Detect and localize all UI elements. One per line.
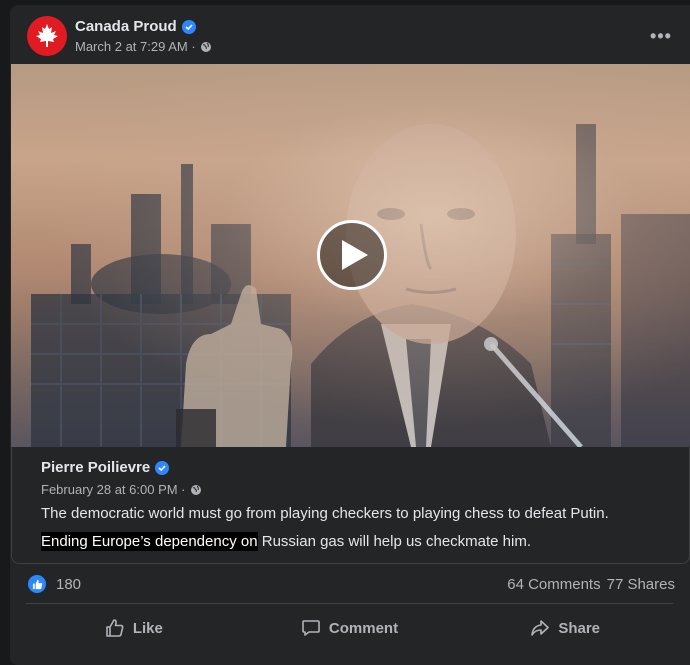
shared-post-author[interactable]: Pierre Poilievre [41,459,170,476]
post-timestamp[interactable]: March 2 at 7:29 AM · [75,39,212,54]
like-count[interactable]: 180 [56,576,81,593]
more-options-button[interactable]: ••• [649,24,673,48]
reaction-stats: 180 64 Comments 77 Shares [28,572,678,596]
thumbs-up-icon [106,619,124,637]
comment-bubble-icon [302,620,320,636]
share-arrow-icon [531,620,550,636]
shared-post[interactable]: Pierre Poilievre February 28 at 6:00 PM … [11,447,690,564]
page-name[interactable]: Canada Proud [75,18,196,35]
play-icon [342,240,368,270]
comment-count[interactable]: 64 Comments [507,576,600,593]
engagement-counts: 64 Comments 77 Shares [507,576,675,593]
more-options-icon: ••• [650,25,672,46]
share-button-label: Share [558,619,601,637]
post-card: Canada Proud March 2 at 7:29 AM · ••• Pi… [10,5,690,665]
maple-leaf-icon [36,24,58,47]
video-thumbnail[interactable] [11,64,690,447]
post-timestamp-text[interactable]: March 2 at 7:29 AM · [75,39,196,54]
shared-post-timestamp[interactable]: February 28 at 6:00 PM · [41,482,202,497]
globe-icon [200,41,211,52]
like-button[interactable]: Like [26,608,242,648]
highlighted-text: Ending Europe’s dependency on [41,532,258,551]
globe-icon [190,484,201,495]
shared-post-timestamp-text[interactable]: February 28 at 6:00 PM · [41,482,186,497]
shared-post-author-text[interactable]: Pierre Poilievre [41,459,150,476]
like-button-label: Like [132,619,163,637]
verified-badge-icon [181,19,196,34]
shared-post-text-line2-rest: Russian gas will help us checkmate him. [257,533,532,550]
comment-button[interactable]: Comment [242,608,458,648]
share-button[interactable]: Share [457,608,673,648]
like-reaction-icon[interactable] [28,575,46,593]
verified-badge-icon [155,460,170,475]
play-button[interactable] [317,220,387,290]
action-bar: Like Comment Share [26,608,673,648]
post-header: Canada Proud March 2 at 7:29 AM · ••• [27,16,690,60]
page-avatar[interactable] [27,16,67,56]
shared-post-text-line1: The democratic world must go from playin… [41,505,609,522]
share-count[interactable]: 77 Shares [607,576,675,593]
page-name-text[interactable]: Canada Proud [75,18,177,35]
comment-button-label: Comment [328,619,399,637]
shared-post-text-line2: Ending Europe’s dependency on Russian ga… [41,532,532,551]
divider [26,603,673,604]
